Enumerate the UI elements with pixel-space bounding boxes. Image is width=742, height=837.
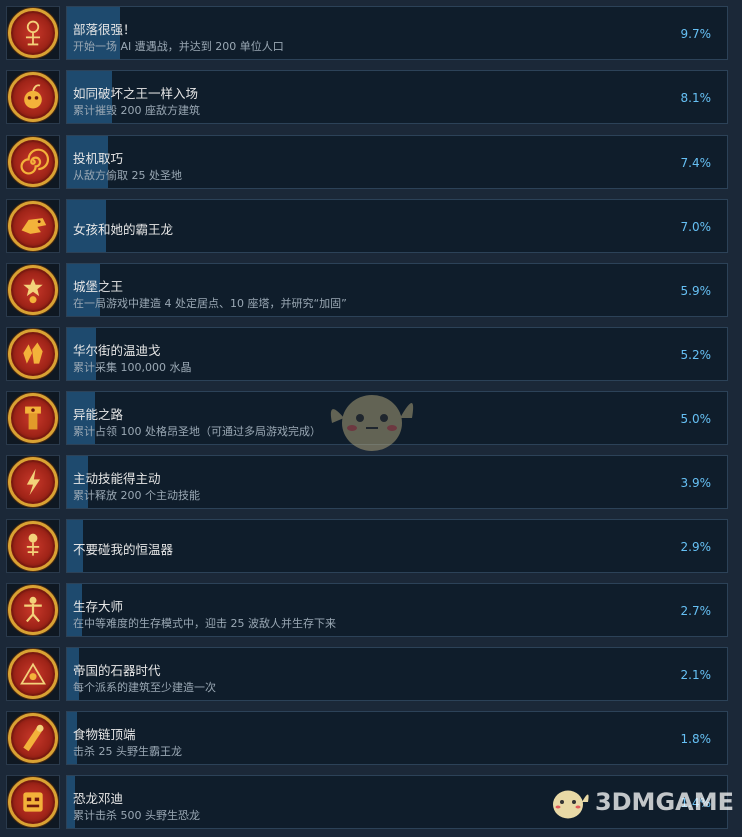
achievement-description: 累计释放 200 个主动技能 <box>73 489 200 502</box>
achievement-description: 累计击杀 500 头野生恐龙 <box>73 809 200 822</box>
achievement-card: 不要碰我的恒温器 2.9% <box>66 519 728 573</box>
bomb-icon <box>8 72 58 122</box>
achievement-description: 在一局游戏中建造 4 处定居点、10 座塔，并研究“加固” <box>73 297 347 310</box>
achievement-row[interactable]: 主动技能得主动累计释放 200 个主动技能 3.9% <box>0 455 742 517</box>
achievement-title: 不要碰我的恒温器 <box>73 542 174 557</box>
achievement-row[interactable]: 城堡之王在一局游戏中建造 4 处定居点、10 座塔，并研究“加固” 5.9% <box>0 263 742 325</box>
unlock-percentage: 2.7% <box>680 604 712 618</box>
achievement-title: 食物链顶端 <box>73 727 136 742</box>
survivor-icon <box>8 585 58 635</box>
achievement-row[interactable]: 食物链顶端击杀 25 头野生霸王龙 1.8% <box>0 711 742 773</box>
unlock-percentage: 5.0% <box>680 412 712 426</box>
watermark-logo: 3DMGAME <box>543 780 734 824</box>
achievement-title: 华尔街的温迪戈 <box>73 343 161 358</box>
dino-mask-icon <box>8 777 58 827</box>
lightning-icon <box>8 457 58 507</box>
trex-icon <box>8 201 58 251</box>
achievement-description: 开始一场 AI 遭遇战，并达到 200 单位人口 <box>73 40 284 53</box>
watermark-text: 3DMGAME <box>594 788 734 816</box>
achievement-title: 部落很强！ <box>73 22 136 37</box>
unlock-percentage: 5.9% <box>680 284 712 298</box>
achievement-title: 生存大师 <box>73 599 124 614</box>
totem-icon <box>8 393 58 443</box>
achievement-description: 在中等难度的生存模式中，迎击 25 波敌人并生存下来 <box>73 617 336 630</box>
unlock-percentage: 5.2% <box>680 348 712 362</box>
spiral-icon <box>8 137 58 187</box>
achievement-description: 每个派系的建筑至少建造一次 <box>73 681 216 694</box>
achievement-card: 如同破坏之王一样入场 累计摧毁 200 座敌方建筑 8.1% <box>66 70 728 124</box>
unlock-percentage: 9.7% <box>680 27 712 41</box>
unlock-percentage: 3.9% <box>680 476 712 490</box>
achievement-card: 主动技能得主动累计释放 200 个主动技能 3.9% <box>66 455 728 509</box>
achievement-row[interactable]: 帝国的石器时代每个派系的建筑至少建造一次 2.1% <box>0 647 742 709</box>
achievement-card: 食物链顶端击杀 25 头野生霸王龙 1.8% <box>66 711 728 765</box>
stone-age-icon <box>8 649 58 699</box>
achievement-card: 投机取巧从敌方偷取 25 处圣地 7.4% <box>66 135 728 189</box>
achievement-card: 城堡之王在一局游戏中建造 4 处定居点、10 座塔，并研究“加固” 5.9% <box>66 263 728 317</box>
achievement-description: 击杀 25 头野生霸王龙 <box>73 745 182 758</box>
achievement-row[interactable]: 不要碰我的恒温器 2.9% <box>0 519 742 581</box>
unlock-percentage: 7.4% <box>680 156 712 170</box>
food-chain-icon <box>8 713 58 763</box>
achievement-title: 异能之路 <box>73 407 124 422</box>
achievement-title: 恐龙邓迪 <box>73 791 124 806</box>
achievement-description: 累计占领 100 处格昂圣地（可通过多局游戏完成） <box>73 425 321 438</box>
achievement-description: 从敌方偷取 25 处圣地 <box>73 169 182 182</box>
achievement-card: 华尔街的温迪戈累计采集 100,000 水晶 5.2% <box>66 327 728 381</box>
achievement-row[interactable]: 投机取巧从敌方偷取 25 处圣地 7.4% <box>0 135 742 197</box>
achievement-card: 部落很强！ 开始一场 AI 遭遇战，并达到 200 单位人口 9.7% <box>66 6 728 60</box>
achievement-row[interactable]: 如同破坏之王一样入场 累计摧毁 200 座敌方建筑 8.1% <box>0 70 742 132</box>
unlock-percentage: 7.0% <box>680 220 712 234</box>
achievement-row[interactable]: 生存大师在中等难度的生存模式中，迎击 25 波敌人并生存下来 2.7% <box>0 583 742 645</box>
tribal-glyph-icon <box>8 8 58 58</box>
logo-mascot-icon <box>552 790 589 819</box>
achievement-description: 累计摧毁 200 座敌方建筑 <box>73 104 200 117</box>
achievement-description: 累计采集 100,000 水晶 <box>73 361 192 374</box>
achievement-title: 女孩和她的霸王龙 <box>73 222 174 237</box>
castle-king-icon <box>8 265 58 315</box>
unlock-percentage: 8.1% <box>680 91 712 105</box>
achievement-card: 女孩和她的霸王龙 7.0% <box>66 199 728 253</box>
watermark-mascot-icon <box>330 395 414 451</box>
achievement-row[interactable]: 女孩和她的霸王龙 7.0% <box>0 199 742 261</box>
achievement-title: 城堡之王 <box>73 279 124 294</box>
achievement-title: 投机取巧 <box>73 151 124 166</box>
achievement-title: 如同破坏之王一样入场 <box>73 86 199 101</box>
achievement-title: 帝国的石器时代 <box>73 663 161 678</box>
achievement-title: 主动技能得主动 <box>73 471 161 486</box>
unlock-percentage: 1.8% <box>680 732 712 746</box>
unlock-percentage: 2.1% <box>680 668 712 682</box>
thermostat-icon <box>8 521 58 571</box>
achievement-card: 生存大师在中等难度的生存模式中，迎击 25 波敌人并生存下来 2.7% <box>66 583 728 637</box>
achievement-row[interactable]: 部落很强！ 开始一场 AI 遭遇战，并达到 200 单位人口 9.7% <box>0 6 742 68</box>
unlock-percentage: 2.9% <box>680 540 712 554</box>
crystal-icon <box>8 329 58 379</box>
achievement-card: 帝国的石器时代每个派系的建筑至少建造一次 2.1% <box>66 647 728 701</box>
